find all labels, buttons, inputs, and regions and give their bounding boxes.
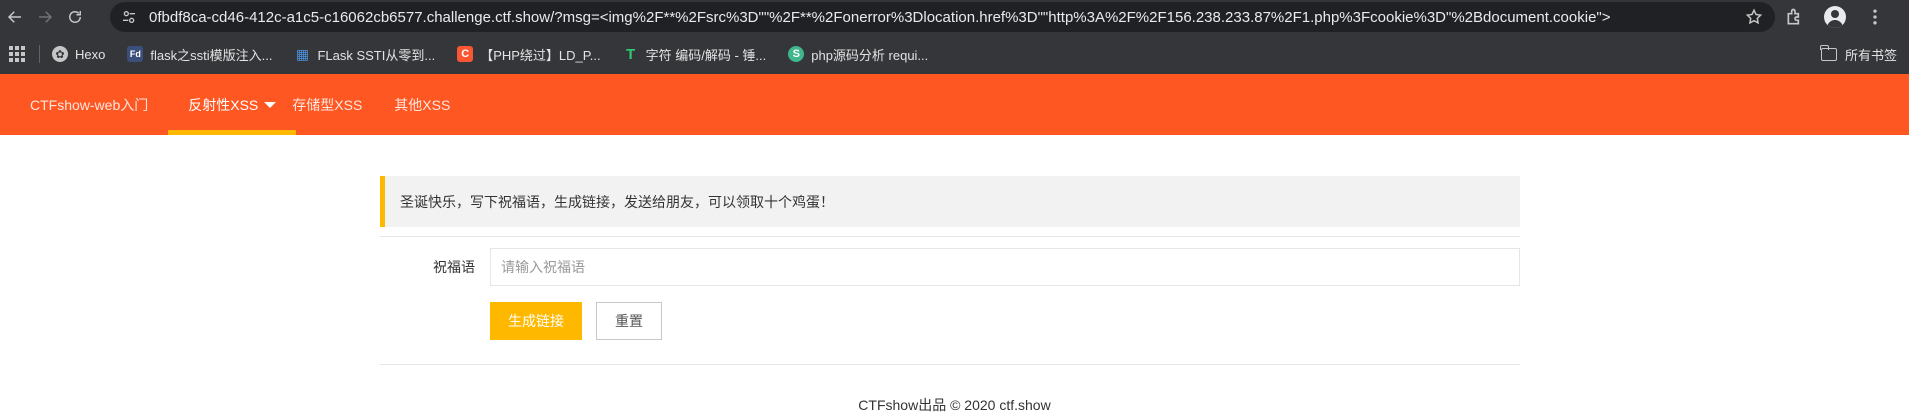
bookmark-star-icon[interactable] [1745, 8, 1763, 26]
bookmarks-bar: ✿ Hexo Fd flask之ssti模版注入... ▦ FLask SSTI… [0, 34, 1909, 74]
bookmark-item[interactable]: ▦ FLask SSTI从零到... [294, 45, 435, 64]
hexo-icon: ✿ [52, 46, 68, 62]
nav-item-label: 反射性XSS [188, 96, 259, 113]
back-arrow-icon [7, 11, 21, 23]
apps-grid-icon[interactable] [9, 46, 25, 62]
bookmark-item[interactable]: C 【PHP绕过】LD_P... [457, 45, 601, 64]
bookmarks-divider [39, 45, 40, 63]
bookmark-item[interactable]: T 字符 编码/解码 - 锤... [622, 45, 767, 64]
bookmark-label: 字符 编码/解码 - 锤... [645, 47, 767, 63]
site-info-icon[interactable] [115, 2, 143, 32]
profile-avatar[interactable] [1824, 6, 1846, 28]
avatar-icon [1824, 6, 1846, 28]
caret-down-icon [264, 101, 277, 108]
wish-input[interactable] [490, 248, 1520, 286]
reload-button[interactable] [60, 2, 90, 32]
browser-toolbar: 0fbdf8ca-cd46-412c-a1c5-c16062cb6577.cha… [0, 0, 1909, 34]
nav-item-stored-xss[interactable]: 存储型XSS [292, 74, 382, 135]
footer: CTFshow出品 © 2020 ctf.show [0, 395, 1909, 415]
bookmark-label: 【PHP绕过】LD_P... [480, 47, 601, 63]
menu-kebab-icon[interactable] [1864, 6, 1886, 28]
reload-icon [69, 11, 81, 23]
nav-item-label: CTFshow-web入门 [30, 96, 149, 113]
bookmark-label: flask之ssti模版注入... [150, 47, 273, 63]
bookmark-label: php源码分析 requi... [811, 47, 929, 63]
divider [380, 364, 1520, 365]
notice-quote: 圣诞快乐，写下祝福语，生成链接，发送给朋友，可以领取十个鸡蛋！ [380, 176, 1520, 227]
forward-button[interactable] [30, 2, 60, 32]
nav-item-label: 存储型XSS [292, 96, 363, 113]
bookmark-label: FLask SSTI从零到... [317, 47, 436, 63]
grid-site-icon: ▦ [294, 45, 311, 62]
address-bar[interactable]: 0fbdf8ca-cd46-412c-a1c5-c16062cb6577.cha… [110, 2, 1775, 32]
back-button[interactable] [0, 2, 30, 32]
bookmark-item[interactable]: S php源码分析 requi... [788, 45, 928, 64]
site-nav: CTFshow-web入门 反射性XSS 存储型XSS 其他XSS [0, 74, 1909, 135]
generate-link-button[interactable]: 生成链接 [490, 302, 582, 340]
extensions-icon[interactable] [1784, 6, 1806, 28]
nav-item-web-intro[interactable]: CTFshow-web入门 [0, 74, 168, 135]
all-bookmarks-label: 所有书签 [1844, 47, 1897, 63]
notice-text: 圣诞快乐，写下祝福语，生成链接，发送给朋友，可以领取十个鸡蛋！ [400, 193, 834, 210]
forward-arrow-icon [39, 11, 53, 23]
bookmark-item[interactable]: ✿ Hexo [52, 46, 105, 62]
tool-icon: T [622, 46, 639, 63]
csdn-icon: C [457, 46, 474, 62]
nav-item-label: 其他XSS [394, 96, 451, 113]
nav-item-reflected-xss[interactable]: 反射性XSS [168, 74, 297, 135]
reset-button[interactable]: 重置 [596, 302, 662, 340]
nav-item-other-xss[interactable]: 其他XSS [382, 74, 470, 135]
folder-icon [1820, 44, 1837, 61]
url-text[interactable]: 0fbdf8ca-cd46-412c-a1c5-c16062cb6577.cha… [149, 9, 1775, 26]
all-bookmarks-button[interactable]: 所有书签 [1820, 34, 1897, 74]
php-source-icon: S [788, 46, 805, 62]
bookmark-item[interactable]: Fd flask之ssti模版注入... [127, 45, 272, 64]
wish-label: 祝福语 [433, 259, 475, 275]
divider [380, 236, 1520, 237]
bookmark-label: Hexo [75, 46, 106, 62]
fd-icon: Fd [127, 46, 144, 62]
